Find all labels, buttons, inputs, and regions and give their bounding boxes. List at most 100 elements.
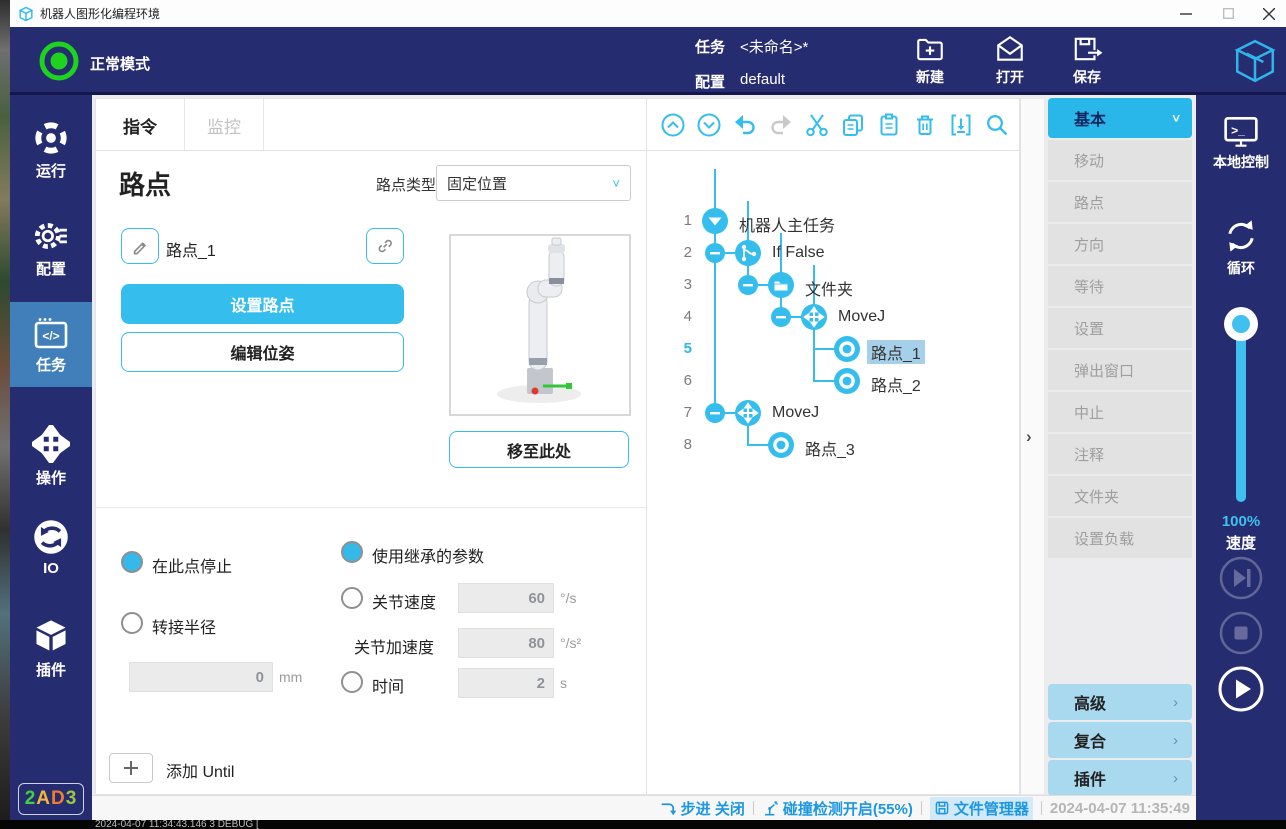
move-arrows-icon (32, 425, 70, 463)
tree-row-movej[interactable]: 4 MoveJ (647, 301, 1019, 333)
palette-group-advanced[interactable]: 高级› (1048, 684, 1192, 720)
movej-icon (735, 400, 761, 426)
time-radio[interactable] (341, 671, 363, 693)
palette-item-payload[interactable]: 设置负载 (1048, 518, 1192, 558)
minimize-button[interactable] (1165, 0, 1207, 27)
tree-row-waypoint2[interactable]: 6 路点_2 (647, 365, 1019, 397)
palette-group-plugin[interactable]: 插件› (1048, 760, 1192, 796)
cut-button[interactable] (804, 112, 830, 138)
move-down-button[interactable] (696, 112, 722, 138)
tree-row-waypoint1[interactable]: 5 路点_1 (647, 333, 1019, 365)
tree-row-if[interactable]: 2 If False (647, 237, 1019, 269)
folder-icon (768, 272, 794, 298)
blend-radius-radio[interactable] (121, 612, 143, 634)
new-task-button[interactable]: 新建 (898, 33, 962, 87)
palette-item-abort[interactable]: 中止 (1048, 392, 1192, 432)
stop-button[interactable] (1219, 611, 1263, 655)
collapse-minus-icon[interactable] (771, 307, 791, 327)
tree-row-main-task[interactable]: 1 机器人主任务 (647, 205, 1019, 237)
chevron-right-icon: › (1173, 694, 1178, 711)
link-waypoint-button[interactable] (366, 228, 404, 264)
local-control-button[interactable]: >_ 本地控制 (1196, 115, 1286, 172)
collapse-minus-icon[interactable] (738, 275, 758, 295)
collapse-minus-icon[interactable] (705, 243, 725, 263)
search-button[interactable] (984, 112, 1010, 138)
open-task-button[interactable]: 打开 (978, 33, 1042, 87)
redo-button[interactable] (768, 112, 794, 138)
loop-icon (1222, 217, 1260, 255)
stop-here-radio[interactable] (121, 551, 143, 573)
chevron-down-icon: ˅ (612, 176, 620, 191)
separator (753, 801, 754, 815)
palette-collapse-handle[interactable]: › (1020, 98, 1045, 795)
palette-group-basic[interactable]: 基本 ˅ (1048, 98, 1192, 138)
sidebar-item-task[interactable]: </> 任务 (10, 302, 92, 387)
separator (921, 801, 922, 815)
blend-radius-input[interactable] (129, 662, 273, 692)
waypoint-name: 路点_1 (166, 237, 216, 261)
copy-button[interactable] (840, 112, 866, 138)
step-mode-toggle[interactable]: 步进 关闭 (660, 798, 745, 819)
new-folder-icon (914, 33, 946, 65)
palette-item-popup[interactable]: 弹出窗口 (1048, 350, 1192, 390)
tree-row-folder[interactable]: 3 文件夹 (647, 269, 1019, 301)
delete-button[interactable] (912, 112, 938, 138)
palette-item-move[interactable]: 移动 (1048, 140, 1192, 180)
undo-button[interactable] (732, 112, 758, 138)
insert-button[interactable] (948, 112, 974, 138)
left-sidebar: 运行 配置 </> 任务 (10, 95, 92, 820)
close-button[interactable] (1248, 0, 1286, 27)
program-tree: 1 机器人主任务 2 If False 3 文件夹 4 (647, 151, 1019, 795)
joint-accel-input[interactable] (458, 628, 554, 658)
task-label: 任务 (695, 36, 725, 57)
add-until-button[interactable] (109, 753, 153, 783)
step-arrow-icon (660, 800, 677, 817)
move-here-button[interactable]: 移至此处 (449, 431, 629, 468)
palette-item-folder[interactable]: 文件夹 (1048, 476, 1192, 516)
waypoint-type-select[interactable]: 固定位置 ˅ (436, 165, 631, 201)
mode-status-icon (38, 40, 80, 82)
chevron-right-icon: › (1173, 732, 1178, 749)
blend-radius-label: 转接半径 (152, 614, 216, 638)
collision-detect-toggle[interactable]: 碰撞检测开启(55%) (762, 798, 913, 819)
sidebar-item-plugin[interactable]: 插件 (10, 617, 92, 680)
palette-group-composite[interactable]: 复合› (1048, 722, 1192, 758)
tree-toolbar (648, 99, 1019, 151)
divider (96, 507, 646, 508)
sidebar-item-io[interactable]: IO (10, 518, 92, 577)
palette-item-waypoint[interactable]: 路点 (1048, 182, 1192, 222)
collapse-triangle-icon[interactable] (702, 208, 728, 234)
tree-row-waypoint3[interactable]: 8 路点_3 (647, 429, 1019, 461)
palette-item-wait[interactable]: 等待 (1048, 266, 1192, 306)
inherit-params-radio[interactable] (341, 541, 363, 563)
set-waypoint-button[interactable]: 设置路点 (121, 284, 404, 324)
sidebar-item-operate[interactable]: 操作 (10, 425, 92, 488)
play-button[interactable] (1218, 666, 1264, 712)
time-input[interactable] (458, 668, 554, 698)
joint-speed-radio[interactable] (341, 587, 363, 609)
maximize-button[interactable] (1207, 0, 1249, 27)
save-task-button[interactable]: 保存 (1055, 33, 1119, 87)
loop-button[interactable]: 循环 (1196, 217, 1286, 278)
sidebar-item-run[interactable]: 运行 (10, 120, 92, 181)
cube-icon (32, 617, 70, 655)
chevron-down-icon: ˅ (1172, 111, 1180, 126)
joint-speed-input[interactable] (458, 583, 554, 613)
file-manager-button[interactable]: 文件管理器 (930, 797, 1033, 820)
move-up-button[interactable] (660, 112, 686, 138)
edit-pose-button[interactable]: 编辑位姿 (121, 332, 404, 372)
palette-item-direction[interactable]: 方向 (1048, 224, 1192, 264)
sidebar-item-config[interactable]: 配置 (10, 218, 92, 279)
step-forward-button[interactable] (1219, 556, 1263, 600)
palette-item-set[interactable]: 设置 (1048, 308, 1192, 348)
paste-button[interactable] (876, 112, 902, 138)
speed-slider-thumb[interactable] (1224, 307, 1258, 341)
collapse-minus-icon[interactable] (705, 403, 725, 423)
tab-command[interactable]: 指令 (96, 99, 185, 151)
tree-row-movej2[interactable]: 7 MoveJ (647, 397, 1019, 429)
speed-slider-track[interactable] (1236, 322, 1246, 502)
palette-item-comment[interactable]: 注释 (1048, 434, 1192, 474)
rename-waypoint-button[interactable] (121, 228, 159, 264)
tab-monitor[interactable]: 监控 (185, 99, 264, 151)
brand-logo (1232, 36, 1278, 86)
